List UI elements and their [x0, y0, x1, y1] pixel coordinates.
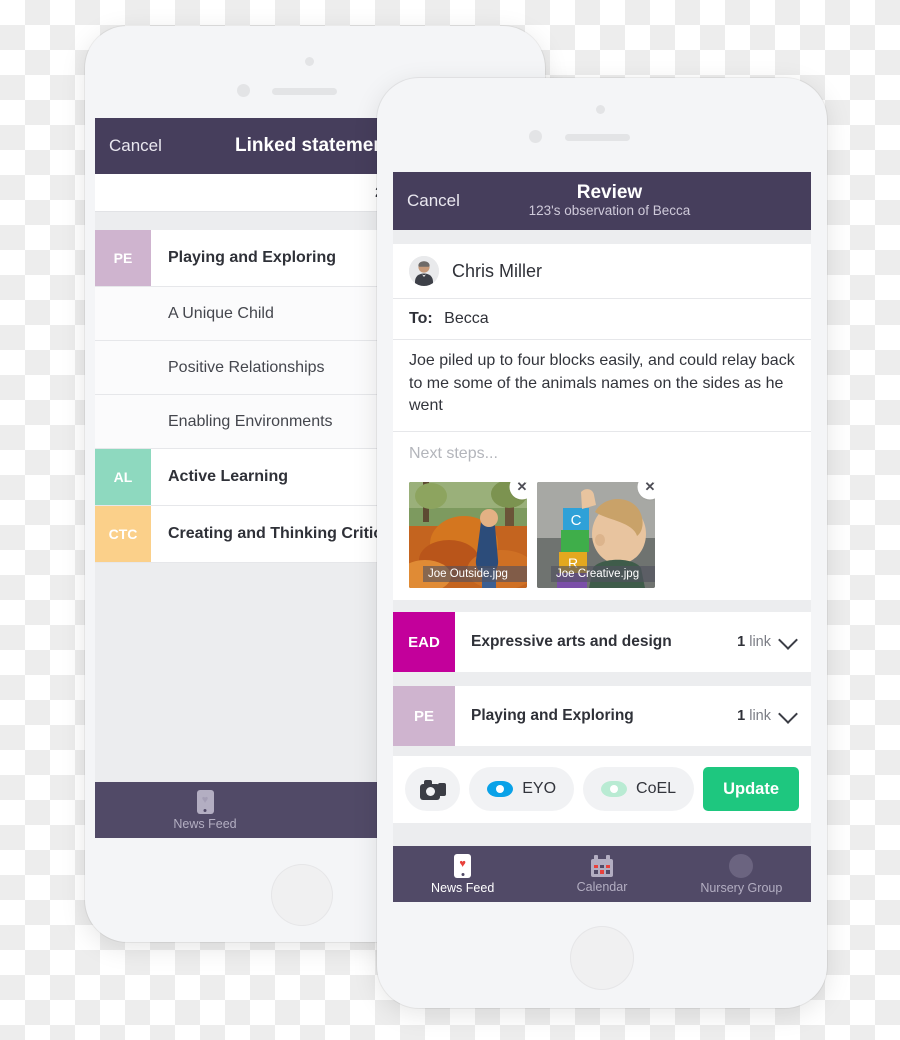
- linked-areas-list: EAD Expressive arts and design 1 link PE Pla…: [393, 612, 811, 747]
- tab-label: Nursery Group: [700, 880, 783, 895]
- area-link-count: 1 link: [737, 686, 811, 746]
- author-name: Chris Miller: [452, 260, 542, 281]
- tab-news-feed[interactable]: ♥ News Feed: [393, 846, 532, 902]
- update-button[interactable]: Update: [703, 767, 799, 812]
- tab-label: Calendar: [576, 879, 628, 894]
- next-steps-input[interactable]: Next steps...: [393, 432, 811, 478]
- section-gap: [393, 746, 811, 757]
- linked-area-row[interactable]: EAD Expressive arts and design 1 link: [393, 612, 811, 673]
- right-page-subtitle: 123's observation of Becca: [528, 203, 691, 219]
- eye-icon: [487, 781, 514, 798]
- chevron-down-icon[interactable]: [778, 703, 798, 724]
- author-row[interactable]: Chris Miller: [393, 244, 811, 298]
- home-button[interactable]: [570, 926, 634, 990]
- front-camera-dot: [596, 105, 605, 114]
- coel-button[interactable]: CoEL: [583, 767, 695, 812]
- content-top-gap: [393, 230, 811, 244]
- proximity-sensor-dot: [237, 84, 250, 97]
- group-avatar-icon: [729, 853, 754, 878]
- photo-thumbnail[interactable]: Joe Outside.jpg ✕: [409, 482, 527, 589]
- area-link-count: 1 link: [737, 612, 811, 672]
- action-bar: EYO CoEL Update: [393, 756, 811, 824]
- avatar: [409, 256, 439, 286]
- section-gap: [393, 600, 811, 613]
- statement-badge-empty: [95, 287, 151, 340]
- recipient-row[interactable]: To: Becca: [393, 299, 811, 339]
- chevron-down-icon[interactable]: [778, 629, 798, 650]
- photo-attachments: Joe Outside.jpg ✕ C R Joe Creative.jpg ✕: [393, 478, 811, 600]
- right-page-title: Review: [576, 181, 643, 203]
- tab-label: News Feed: [173, 816, 237, 831]
- right-cancel-button[interactable]: Cancel: [393, 191, 460, 211]
- tab-calendar[interactable]: Calendar: [532, 846, 671, 902]
- calendar-icon: [590, 854, 613, 877]
- phone-heart-icon: ♥: [454, 853, 472, 878]
- coel-label: CoEL: [636, 780, 677, 798]
- section-gap: [393, 672, 811, 687]
- front-camera-dot: [305, 57, 314, 66]
- area-badge: EAD: [393, 612, 455, 673]
- proximity-sensor-dot: [529, 130, 542, 143]
- area-badge: PE: [393, 686, 455, 747]
- recipient-value: Becca: [444, 310, 489, 327]
- statement-badge-empty: [95, 341, 151, 394]
- right-navbar-titles: Review 123's observation of Becca: [460, 182, 759, 221]
- camera-button[interactable]: [405, 767, 461, 812]
- camera-icon: [419, 779, 446, 800]
- area-label: Expressive arts and design: [471, 633, 672, 651]
- statement-badge: AL: [95, 449, 151, 505]
- earpiece-speaker: [272, 88, 337, 95]
- tab-nursery-group[interactable]: Nursery Group: [672, 846, 811, 902]
- phone-heart-icon: ♥: [196, 789, 214, 814]
- recipient-label: To:: [409, 310, 433, 327]
- statement-badge-empty: [95, 395, 151, 448]
- photo-caption: Joe Creative.jpg: [551, 566, 655, 583]
- linked-area-row[interactable]: PE Playing and Exploring 1 link: [393, 686, 811, 747]
- tab-news-feed[interactable]: ♥ News Feed: [95, 782, 315, 838]
- svg-text:C: C: [571, 512, 582, 529]
- earpiece-speaker: [565, 134, 630, 141]
- photo-thumbnail[interactable]: C R Joe Creative.jpg ✕: [537, 482, 655, 589]
- statement-badge: CTC: [95, 506, 151, 562]
- eyo-label: EYO: [522, 780, 557, 798]
- observation-text[interactable]: Joe piled up to four blocks easily, and …: [393, 340, 811, 431]
- area-label: Playing and Exploring: [471, 707, 634, 725]
- phone-right: Cancel Review 123's observation of Becca: [377, 78, 827, 1008]
- statement-badge: PE: [95, 230, 151, 286]
- eye-icon: [601, 781, 628, 798]
- right-navbar: Cancel Review 123's observation of Becca: [393, 172, 811, 230]
- tab-label: News Feed: [431, 880, 495, 895]
- eyo-button[interactable]: EYO: [469, 767, 575, 812]
- right-tabbar: ♥ News Feed Calendar Nursery Group: [393, 846, 811, 902]
- right-screen: Cancel Review 123's observation of Becca: [393, 172, 811, 902]
- home-button[interactable]: [271, 864, 333, 926]
- left-cancel-button[interactable]: Cancel: [95, 136, 162, 156]
- observation-card: Chris Miller To: Becca Joe piled up to f…: [393, 244, 811, 601]
- photo-caption: Joe Outside.jpg: [423, 566, 527, 583]
